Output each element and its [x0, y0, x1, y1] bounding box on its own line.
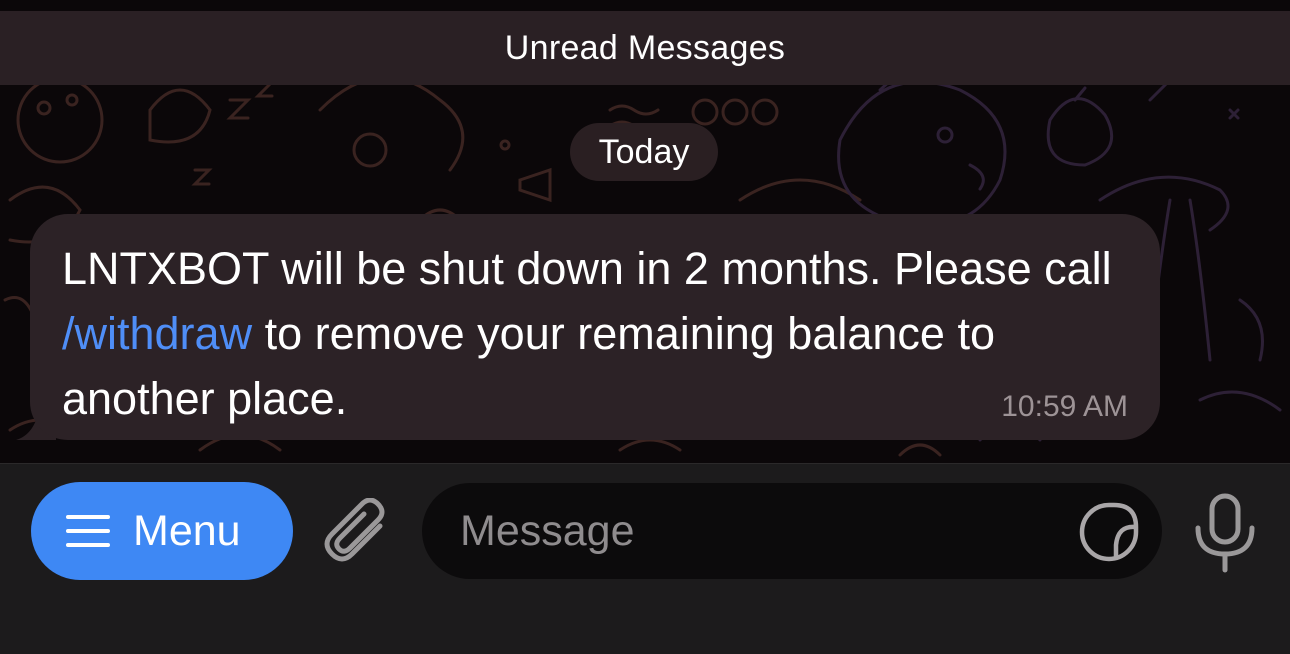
- microphone-icon[interactable]: [1192, 492, 1258, 574]
- date-label: Today: [598, 132, 690, 171]
- withdraw-command-link[interactable]: /withdraw: [62, 308, 252, 359]
- sticker-icon[interactable]: [1078, 501, 1140, 563]
- date-separator: Today: [570, 123, 718, 181]
- input-bar: Menu: [0, 463, 1290, 654]
- message-input[interactable]: [460, 483, 1060, 579]
- menu-label: Menu: [133, 506, 241, 555]
- hamburger-icon: [66, 515, 110, 547]
- menu-button[interactable]: Menu: [31, 482, 293, 580]
- message-input-field[interactable]: [422, 483, 1162, 579]
- paperclip-icon[interactable]: [322, 498, 394, 570]
- message-timestamp: 10:59 AM: [1001, 390, 1128, 423]
- chat-screen: Unread Messages Today LNTXBOT will be sh…: [0, 0, 1290, 654]
- unread-messages-label: Unread Messages: [504, 28, 786, 67]
- message-text-part: LNTXBOT will be shut down in 2 months. P…: [62, 243, 1112, 294]
- message-bubble[interactable]: LNTXBOT will be shut down in 2 months. P…: [30, 214, 1160, 440]
- unread-messages-banner: Unread Messages: [0, 11, 1290, 85]
- message-text: LNTXBOT will be shut down in 2 months. P…: [62, 236, 1152, 431]
